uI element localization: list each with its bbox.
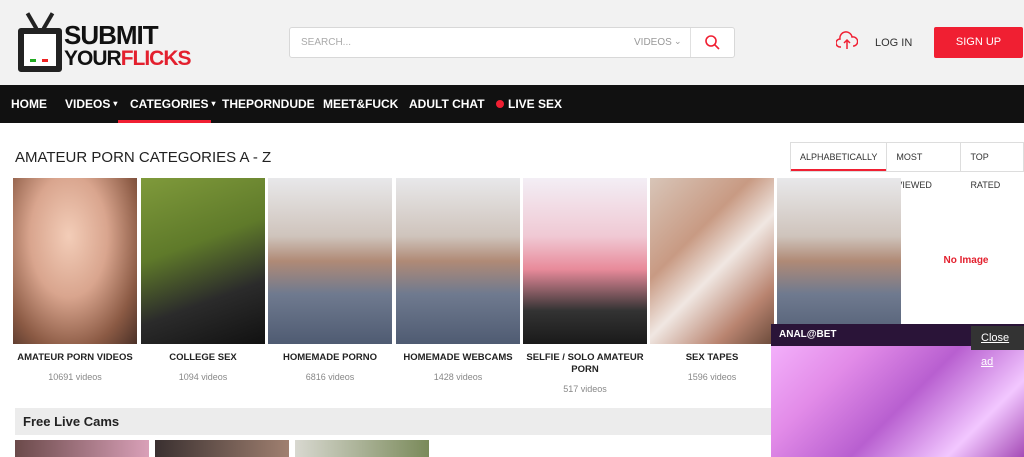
sort-most-viewed[interactable]: MOST VIEWED — [886, 143, 960, 190]
nav-videos[interactable]: VIDEOS ▾ — [65, 85, 117, 123]
live-cam-thumbnail[interactable] — [15, 440, 149, 457]
category-title[interactable]: AMATEUR PORN VIDEOS — [13, 352, 137, 364]
live-cams-title: Free Live Cams — [23, 414, 120, 429]
category-card[interactable]: SEX TAPES 1596 videos — [650, 178, 774, 382]
category-card[interactable]: HOMEMADE PORNO 6816 videos — [268, 178, 392, 382]
category-thumbnail[interactable] — [396, 178, 520, 344]
live-cam-thumbnail[interactable] — [155, 440, 289, 457]
nav-active-indicator — [118, 120, 211, 123]
category-title[interactable]: HOMEMADE PORNO — [268, 352, 392, 364]
search-icon[interactable] — [704, 34, 720, 50]
chevron-down-icon: ⌄ — [674, 36, 682, 46]
category-count: 517 videos — [563, 384, 607, 394]
page-title: AMATEUR PORN CATEGORIES A - Z — [15, 149, 272, 166]
category-thumbnail[interactable] — [523, 178, 647, 344]
category-count: 1596 videos — [687, 372, 737, 382]
category-thumbnail[interactable] — [268, 178, 392, 344]
category-title[interactable]: SELFIE / SOLO AMATEUR PORN — [523, 352, 647, 376]
nav-theporndude[interactable]: THEPORNDUDE — [222, 85, 315, 123]
category-count: 6816 videos — [305, 372, 355, 382]
live-cams-header: Free Live Cams — [15, 408, 775, 435]
nav-categories[interactable]: CATEGORIES ▾ — [130, 85, 215, 123]
sort-top-rated[interactable]: TOP RATED — [960, 143, 1023, 190]
category-card[interactable]: COLLEGE SEX 1094 videos — [141, 178, 265, 382]
nav-meet-fuck[interactable]: MEET&FUCK — [323, 85, 398, 123]
login-link[interactable]: LOG IN — [875, 37, 912, 49]
site-logo[interactable]: SUBMIT YOURFLICKS — [16, 14, 192, 76]
search-input[interactable]: SEARCH... — [301, 37, 351, 48]
category-thumbnail[interactable] — [650, 178, 774, 344]
logo-line-1: SUBMIT — [64, 20, 159, 50]
live-dot-icon — [496, 100, 504, 108]
nav-adult-chat[interactable]: ADULT CHAT — [409, 85, 485, 123]
nav-home[interactable]: HOME — [11, 85, 47, 123]
sort-tabs: ALPHABETICALLY MOST VIEWED TOP RATED — [790, 142, 1024, 190]
category-thumbnail[interactable] — [777, 178, 901, 344]
close-ad-button[interactable]: Close ad — [971, 326, 1024, 368]
logo-line-2: YOURFLICKS — [64, 47, 192, 70]
category-card[interactable]: HOMEMADE WEBCAMS 1428 videos — [396, 178, 520, 382]
nav-live-sex[interactable]: LIVE SEX — [496, 85, 562, 123]
sort-alphabetically[interactable]: ALPHABETICALLY — [791, 143, 887, 171]
category-title[interactable]: COLLEGE SEX — [141, 352, 265, 364]
category-thumbnail[interactable] — [13, 178, 137, 344]
category-title[interactable]: HOMEMADE WEBCAMS — [396, 352, 520, 364]
search-type-select[interactable]: VIDEOS — [634, 37, 672, 48]
search-bar: SEARCH... VIDEOS ⌄ — [289, 27, 735, 58]
category-card[interactable]: SELFIE / SOLO AMATEUR PORN 517 videos — [523, 178, 647, 394]
live-cam-thumbnail[interactable] — [295, 440, 429, 457]
category-title[interactable]: SEX TAPES — [650, 352, 774, 364]
no-image-placeholder: No Image — [943, 255, 989, 266]
category-count: 1428 videos — [433, 372, 483, 382]
ad-brand-logo: ANAL@BET — [779, 329, 837, 340]
upload-cloud-icon[interactable] — [836, 31, 858, 51]
chevron-down-icon: ▾ — [113, 99, 118, 108]
tv-logo-icon — [18, 28, 62, 72]
category-card[interactable] — [777, 178, 901, 344]
category-thumbnail[interactable] — [141, 178, 265, 344]
main-nav: HOME VIDEOS ▾ CATEGORIES ▾ THEPORNDUDE MEE… — [0, 85, 1024, 123]
category-card[interactable]: AMATEUR PORN VIDEOS 10691 videos — [13, 178, 137, 382]
category-count: 10691 videos — [48, 372, 102, 382]
site-header: SUBMIT YOURFLICKS SEARCH... VIDEOS ⌄ LOG… — [0, 0, 1024, 85]
chevron-down-icon: ▾ — [211, 99, 216, 108]
category-count: 1094 videos — [178, 372, 228, 382]
signup-button[interactable]: SIGN UP — [934, 27, 1023, 58]
